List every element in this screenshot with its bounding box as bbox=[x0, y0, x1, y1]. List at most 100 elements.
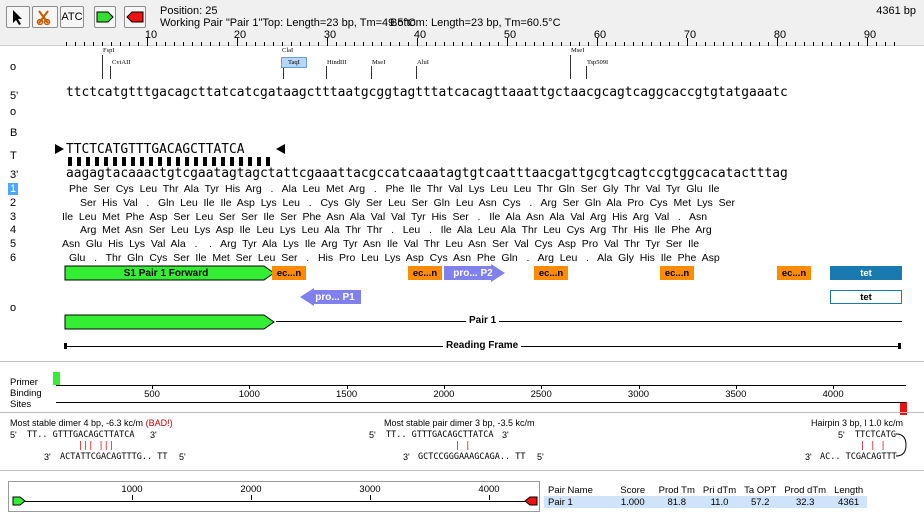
tet-feature[interactable]: tet bbox=[830, 266, 902, 280]
site-label[interactable]: MseI bbox=[571, 47, 584, 54]
toolbar: ATC Position: 25 Working Pair "Pair 1"To… bbox=[0, 0, 924, 46]
scale-label: 2000 bbox=[433, 389, 455, 400]
map-forward-marker[interactable] bbox=[12, 496, 26, 506]
red-arrow-left-icon bbox=[126, 11, 144, 23]
ecn-feature[interactable]: ec...n bbox=[272, 266, 306, 280]
site-label[interactable]: CviAII bbox=[112, 59, 130, 66]
ecn-feature[interactable]: ec...n bbox=[408, 266, 442, 280]
match-bar bbox=[95, 157, 99, 166]
scale-label: 3000 bbox=[627, 389, 650, 400]
reverse-binding-marker[interactable] bbox=[900, 402, 907, 415]
frame-label[interactable]: 5 bbox=[10, 238, 16, 250]
bottom-strand-sequence[interactable]: aagagtacaaactgtcgaatagtagctattcgaaattacg… bbox=[66, 166, 906, 181]
map-scale-label: 2000 bbox=[240, 484, 262, 495]
match-bar bbox=[212, 157, 216, 166]
ruler-label: 20 bbox=[233, 29, 247, 41]
forward-primer-sequence[interactable]: TTCTCATGTTTGACAGCTTATCA bbox=[66, 142, 245, 157]
site-label[interactable]: FspI bbox=[103, 47, 115, 54]
ecn-feature[interactable]: ec...n bbox=[534, 266, 568, 280]
triangle-left-icon bbox=[276, 144, 285, 154]
col-header[interactable]: Ta OPT bbox=[740, 484, 780, 496]
row-label: o bbox=[10, 61, 17, 73]
col-header[interactable]: Prod Tm bbox=[655, 484, 699, 496]
reverse-primer-button[interactable] bbox=[124, 6, 146, 28]
row-label: o bbox=[10, 302, 17, 314]
row-label: o bbox=[10, 106, 17, 118]
col-header[interactable]: Score bbox=[611, 484, 655, 496]
hairpin-loop bbox=[896, 433, 907, 457]
cut-tool-button[interactable] bbox=[32, 6, 58, 28]
top-strand-sequence[interactable]: ttctcatgtttgacagcttatcatcgataagctttaatgc… bbox=[66, 85, 906, 100]
match-bar bbox=[221, 157, 225, 166]
tet-feature-outline[interactable]: tet bbox=[830, 290, 902, 304]
match-bar bbox=[257, 157, 261, 166]
col-header[interactable]: Length bbox=[830, 484, 867, 496]
forward-primer-button[interactable] bbox=[94, 6, 116, 28]
pair-1-primer-arrow[interactable] bbox=[64, 314, 276, 330]
plasmid-map[interactable] bbox=[8, 481, 540, 512]
primer-label: Primer bbox=[10, 377, 38, 388]
match-bar bbox=[68, 157, 72, 166]
ruler-tick bbox=[147, 38, 148, 46]
col-header[interactable]: Pair Name bbox=[544, 484, 611, 496]
hairpin-title: Hairpin 3 bp, l 1.0 kc/m bbox=[811, 418, 904, 428]
site-label[interactable]: MseI bbox=[372, 59, 385, 66]
site-label-selected[interactable]: TaqI bbox=[281, 57, 307, 68]
match-bar bbox=[77, 157, 81, 166]
match-bar bbox=[266, 157, 270, 166]
match-bar bbox=[239, 157, 243, 166]
match-bar bbox=[230, 157, 234, 166]
ruler-label: 30 bbox=[323, 29, 337, 41]
hairpin-top: TTCTCATG bbox=[855, 430, 896, 440]
frame-label[interactable]: 2 bbox=[10, 197, 16, 209]
frame-5-translation: Asn Glu His Lys Val Ala . . Arg Tyr Ala … bbox=[62, 238, 700, 250]
pair-1-label: Pair 1 bbox=[466, 315, 500, 326]
atc-button[interactable]: ATC bbox=[60, 6, 84, 28]
scale-label: 3500 bbox=[725, 389, 747, 400]
ecn-feature[interactable]: ec...n bbox=[777, 266, 811, 280]
dimer-2-bottom: GCTCCGGGAAAGCAGA.. TT bbox=[418, 452, 526, 462]
ruler-label: 70 bbox=[683, 29, 697, 41]
primer-start-arrow bbox=[55, 144, 64, 154]
frame-label[interactable]: 3 bbox=[10, 211, 16, 223]
frame-label[interactable]: 4 bbox=[10, 224, 16, 236]
pair-dimer-title: Most stable pair dimer 3 bp, -3.5 kc/m bbox=[384, 418, 535, 428]
primer-end-arrow bbox=[276, 144, 285, 154]
map-reverse-marker[interactable] bbox=[524, 496, 538, 506]
hairpin-bottom: AC.. TCGACAGTTT bbox=[820, 452, 897, 462]
match-bar bbox=[122, 157, 126, 166]
map-scale-label: 1000 bbox=[121, 484, 143, 495]
site-label[interactable]: ClaI bbox=[282, 47, 293, 54]
map-scale-tick bbox=[489, 495, 490, 500]
dimer-1-top: TT.. GTTTGACAGCTTATCA bbox=[27, 430, 135, 440]
ruler-label: 80 bbox=[773, 29, 787, 41]
ruler-tick bbox=[777, 38, 778, 46]
frame-label[interactable]: 6 bbox=[10, 252, 16, 264]
pointer-tool-button[interactable] bbox=[6, 6, 30, 28]
dimer-2-top: TT.. GTTTGACAGCTTATCA bbox=[386, 430, 494, 440]
site-label[interactable]: AluI bbox=[417, 59, 429, 66]
cursor-icon bbox=[13, 10, 22, 25]
frame-1-label[interactable]: 1 bbox=[8, 183, 19, 195]
ruler-label: 60 bbox=[593, 29, 607, 41]
ruler-tick bbox=[417, 38, 418, 46]
ruler-tick bbox=[327, 38, 328, 46]
match-bar bbox=[131, 157, 135, 166]
row-label: 5' bbox=[10, 90, 19, 102]
primer-pairs-table[interactable]: Pair Name Score Prod Tm Pri dTm Ta OPT P… bbox=[544, 484, 868, 508]
ecn-feature[interactable]: ec...n bbox=[660, 266, 694, 280]
frame-3-translation: Ile Leu Met Phe Asp Ser Leu Ser Ser Ile … bbox=[62, 211, 708, 223]
site-label[interactable]: HindIII bbox=[327, 59, 347, 66]
triangle-right-icon bbox=[55, 144, 64, 154]
forward-binding-marker[interactable] bbox=[53, 372, 60, 385]
match-bar bbox=[185, 157, 189, 166]
col-header[interactable]: Prod dTm bbox=[780, 484, 830, 496]
site-label[interactable]: Tsp509I bbox=[587, 59, 608, 66]
col-header[interactable]: Pri dTm bbox=[699, 484, 740, 496]
ruler-tick bbox=[687, 38, 688, 46]
ruler-tick bbox=[237, 38, 238, 46]
scale-label: 4000 bbox=[822, 389, 844, 400]
pair-1-line bbox=[276, 321, 902, 322]
frame-4-translation: Arg Met Asn Ser Leu Lys Asp Ile Leu Lys … bbox=[80, 224, 712, 236]
table-row[interactable]: Pair 1 1.000 81.8 11.0 57.2 32.3 4361 bbox=[544, 496, 868, 508]
